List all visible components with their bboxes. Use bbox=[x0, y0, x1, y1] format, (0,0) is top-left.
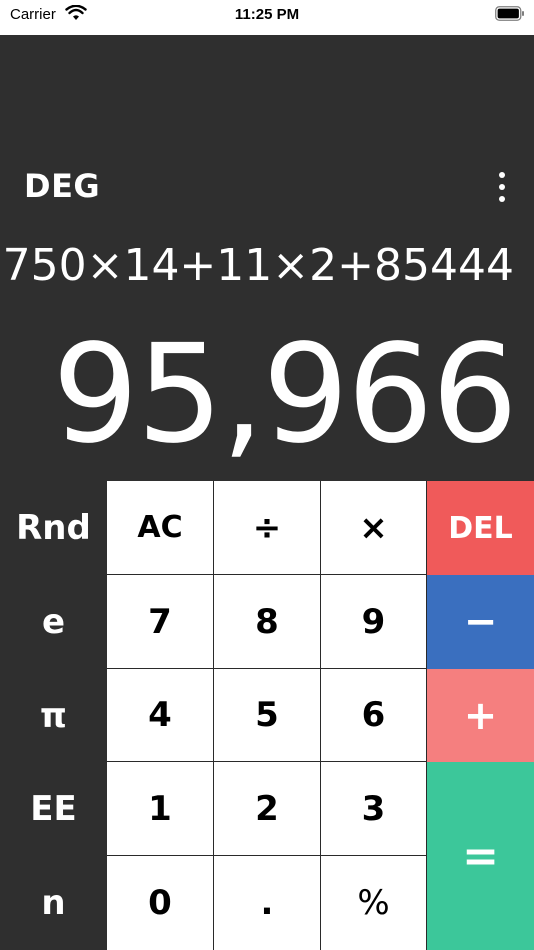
angle-mode-label[interactable]: DEG bbox=[24, 167, 100, 205]
divide-button[interactable]: ÷ bbox=[214, 481, 321, 575]
keypad: Rnd e π EE n AC ÷ × DEL 7 8 9 − 4 5 6 + … bbox=[0, 481, 534, 950]
pi-button[interactable]: π bbox=[0, 669, 107, 762]
battery-icon bbox=[495, 6, 524, 21]
digit-8-button[interactable]: 8 bbox=[214, 575, 321, 669]
decimal-point-button[interactable]: . bbox=[214, 856, 321, 950]
euler-button[interactable]: e bbox=[0, 575, 107, 669]
calculator-display: DEG 750×14+11×2+85444 95,966 bbox=[0, 35, 534, 481]
digit-4-button[interactable]: 4 bbox=[107, 669, 214, 762]
digit-3-button[interactable]: 3 bbox=[321, 762, 427, 856]
percent-button[interactable]: % bbox=[321, 856, 427, 950]
digit-0-button[interactable]: 0 bbox=[107, 856, 214, 950]
status-bar: Carrier 11:25 PM bbox=[0, 0, 534, 35]
digit-9-button[interactable]: 9 bbox=[321, 575, 427, 669]
random-button[interactable]: Rnd bbox=[0, 481, 107, 575]
digit-7-button[interactable]: 7 bbox=[107, 575, 214, 669]
expression-text: 750×14+11×2+85444 bbox=[2, 240, 514, 291]
digit-1-button[interactable]: 1 bbox=[107, 762, 214, 856]
equals-button[interactable]: = bbox=[427, 762, 534, 950]
digit-5-button[interactable]: 5 bbox=[214, 669, 321, 762]
all-clear-button[interactable]: AC bbox=[107, 481, 214, 575]
minus-button[interactable]: − bbox=[427, 575, 534, 669]
plus-button[interactable]: + bbox=[427, 669, 534, 762]
delete-button[interactable]: DEL bbox=[427, 481, 534, 575]
result-text: 95,966 bbox=[52, 316, 518, 474]
exponent-button[interactable]: EE bbox=[0, 762, 107, 856]
digit-2-button[interactable]: 2 bbox=[214, 762, 321, 856]
more-options-icon[interactable] bbox=[495, 172, 509, 208]
digit-6-button[interactable]: 6 bbox=[321, 669, 427, 762]
multiply-button[interactable]: × bbox=[321, 481, 427, 575]
clock: 11:25 PM bbox=[234, 6, 300, 23]
n-button[interactable]: n bbox=[0, 856, 107, 950]
